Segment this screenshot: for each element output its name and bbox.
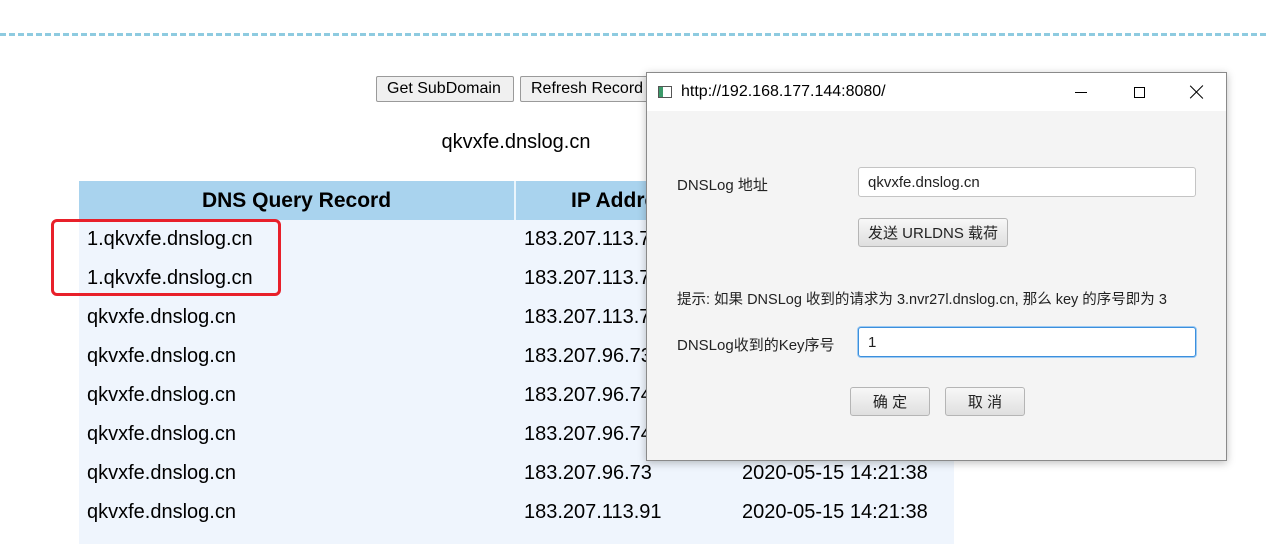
table-row: qkvxfe.dnslog.cn 183.207.113.91 2020-05-… bbox=[79, 493, 954, 532]
send-urldns-button[interactable]: 发送 URLDNS 载荷 bbox=[858, 218, 1008, 247]
record-domain: qkvxfe.dnslog.cn bbox=[87, 306, 236, 328]
minimize-icon bbox=[1075, 91, 1087, 93]
record-ip: 183.207.113.91 bbox=[524, 501, 662, 523]
window-app-icon bbox=[658, 86, 672, 98]
record-domain: qkvxfe.dnslog.cn bbox=[87, 501, 236, 523]
record-domain: qkvxfe.dnslog.cn bbox=[87, 423, 236, 445]
record-ip: 183.207.96.73 bbox=[524, 462, 652, 484]
cancel-button[interactable]: 取 消 bbox=[945, 387, 1025, 416]
minimize-button[interactable] bbox=[1052, 73, 1110, 111]
key-index-input[interactable] bbox=[858, 327, 1196, 357]
record-domain: qkvxfe.dnslog.cn bbox=[87, 345, 236, 367]
maximize-button[interactable] bbox=[1110, 73, 1168, 111]
record-domain: qkvxfe.dnslog.cn bbox=[87, 462, 236, 484]
record-time: 2020-05-15 14:21:38 bbox=[742, 501, 928, 523]
header-dns-query-record: DNS Query Record bbox=[79, 181, 516, 220]
window-controls bbox=[1052, 73, 1226, 111]
dialog-title: http://192.168.177.144:8080/ bbox=[681, 83, 886, 100]
dialog-titlebar[interactable]: http://192.168.177.144:8080/ bbox=[647, 73, 1226, 111]
dnslog-address-input[interactable] bbox=[858, 167, 1196, 197]
record-time: 2020-05-15 14:21:38 bbox=[742, 462, 928, 484]
close-icon bbox=[1190, 85, 1204, 99]
dashed-divider bbox=[0, 33, 1266, 36]
maximize-icon bbox=[1133, 86, 1145, 98]
get-subdomain-button[interactable]: Get SubDomain bbox=[376, 76, 514, 102]
dnslog-address-label: DNSLog 地址 bbox=[677, 177, 768, 194]
payload-dialog: http://192.168.177.144:8080/ DNSLog 地址 发… bbox=[646, 72, 1227, 461]
ok-button[interactable]: 确 定 bbox=[850, 387, 930, 416]
key-index-label: DNSLog收到的Key序号 bbox=[677, 337, 835, 354]
hint-text: 提示: 如果 DNSLog 收到的请求为 3.nvr27l.dnslog.cn,… bbox=[677, 292, 1167, 308]
toolbar: Get SubDomain Refresh Record bbox=[376, 76, 660, 102]
refresh-record-button[interactable]: Refresh Record bbox=[520, 76, 660, 102]
record-domain: qkvxfe.dnslog.cn bbox=[87, 384, 236, 406]
close-button[interactable] bbox=[1168, 73, 1226, 111]
highlight-box bbox=[51, 219, 281, 296]
